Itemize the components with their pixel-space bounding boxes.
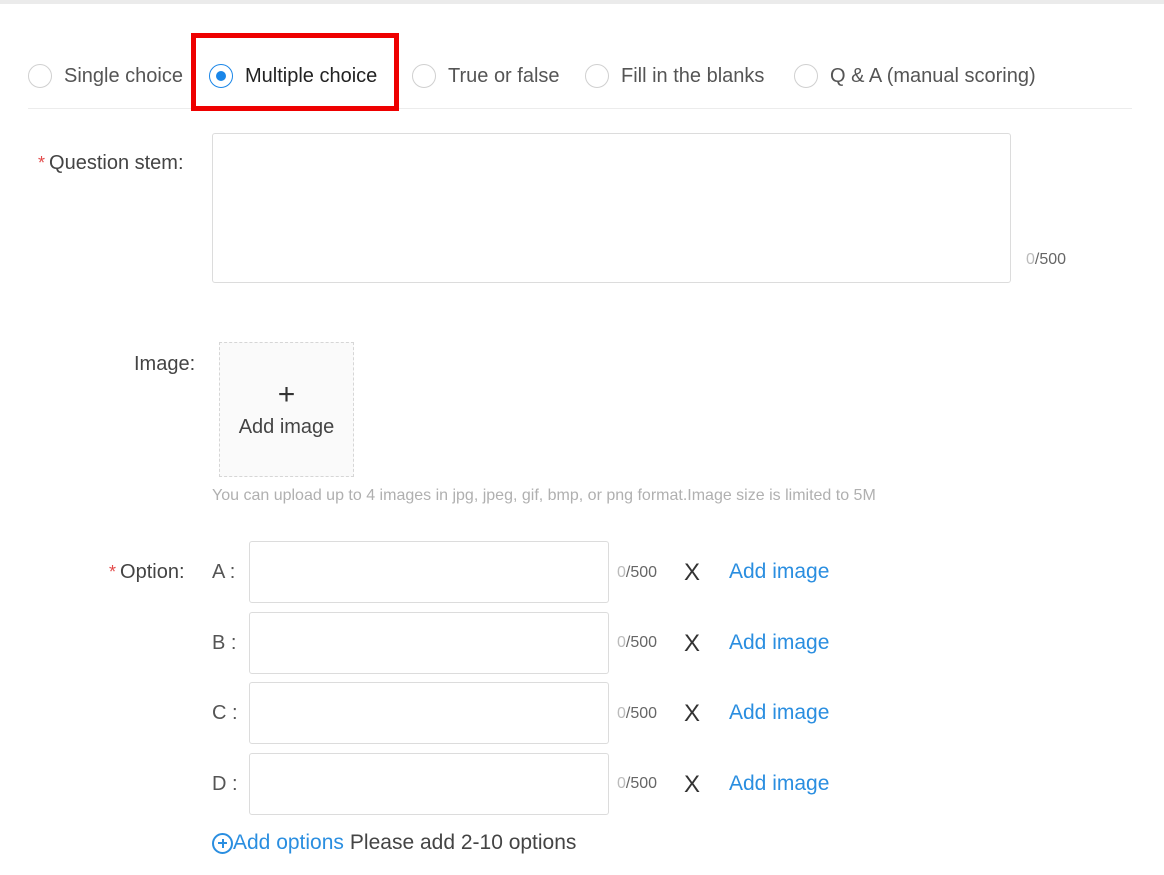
remove-option-icon[interactable]: X — [684, 773, 700, 797]
option-input-c[interactable] — [249, 682, 609, 744]
plus-icon: + — [277, 378, 296, 411]
add-options-row: Add options Please add 2-10 options — [212, 830, 576, 856]
radio-q-and-a[interactable]: Q & A (manual scoring) — [794, 62, 1036, 90]
option-letter: D : — [212, 773, 238, 795]
radio-true-or-false[interactable]: True or false — [412, 62, 560, 90]
option-add-image-link[interactable]: Add image — [729, 560, 829, 584]
radio-circle-icon[interactable] — [794, 64, 818, 88]
radio-circle-icon[interactable] — [585, 64, 609, 88]
question-type-group: Single choice Multiple choice True or fa… — [28, 44, 1132, 109]
option-label: * Option: — [109, 561, 185, 583]
remove-option-icon[interactable]: X — [684, 561, 700, 585]
option-input-b[interactable] — [249, 612, 609, 674]
radio-label: Single choice — [64, 64, 183, 87]
image-label: Image: — [134, 353, 196, 375]
radio-label: Multiple choice — [245, 64, 378, 87]
plus-circle-icon[interactable] — [212, 832, 233, 854]
option-add-image-link[interactable]: Add image — [729, 772, 829, 796]
radio-label: Q & A (manual scoring) — [830, 64, 1036, 87]
radio-checked-icon[interactable] — [209, 64, 233, 88]
remove-option-icon[interactable]: X — [684, 632, 700, 656]
required-mark: * — [38, 153, 46, 173]
option-char-counter: 0/500 — [617, 634, 658, 651]
option-char-counter: 0/500 — [617, 705, 658, 722]
radio-circle-icon[interactable] — [28, 64, 52, 88]
option-letter: B : — [212, 632, 237, 654]
top-divider — [0, 0, 1164, 4]
option-input-a[interactable] — [249, 541, 609, 603]
question-stem-input[interactable] — [212, 133, 1011, 283]
option-add-image-link[interactable]: Add image — [729, 631, 829, 655]
option-letter: A : — [212, 561, 236, 583]
radio-multiple-choice[interactable]: Multiple choice — [209, 62, 377, 90]
upload-label: Add image — [238, 416, 335, 438]
option-char-counter: 0/500 — [617, 775, 658, 792]
upload-hint: You can upload up to 4 images in jpg, jp… — [212, 487, 876, 504]
add-options-link[interactable]: Add options — [233, 831, 344, 855]
radio-label: Fill in the blanks — [621, 64, 765, 87]
option-add-image-link[interactable]: Add image — [729, 701, 829, 725]
radio-single-choice[interactable]: Single choice — [28, 62, 183, 90]
radio-fill-in-the-blanks[interactable]: Fill in the blanks — [585, 62, 764, 90]
stem-char-counter: 0/500 — [1026, 251, 1067, 268]
question-stem-label: * Question stem: — [38, 152, 184, 174]
remove-option-icon[interactable]: X — [684, 702, 700, 726]
option-letter: C : — [212, 702, 238, 724]
image-upload-button[interactable]: + Add image — [219, 342, 354, 477]
option-input-d[interactable] — [249, 753, 609, 815]
radio-circle-icon[interactable] — [412, 64, 436, 88]
required-mark: * — [109, 562, 117, 582]
radio-label: True or false — [448, 64, 560, 87]
add-options-note: Please add 2-10 options — [349, 831, 577, 854]
option-char-counter: 0/500 — [617, 564, 658, 581]
